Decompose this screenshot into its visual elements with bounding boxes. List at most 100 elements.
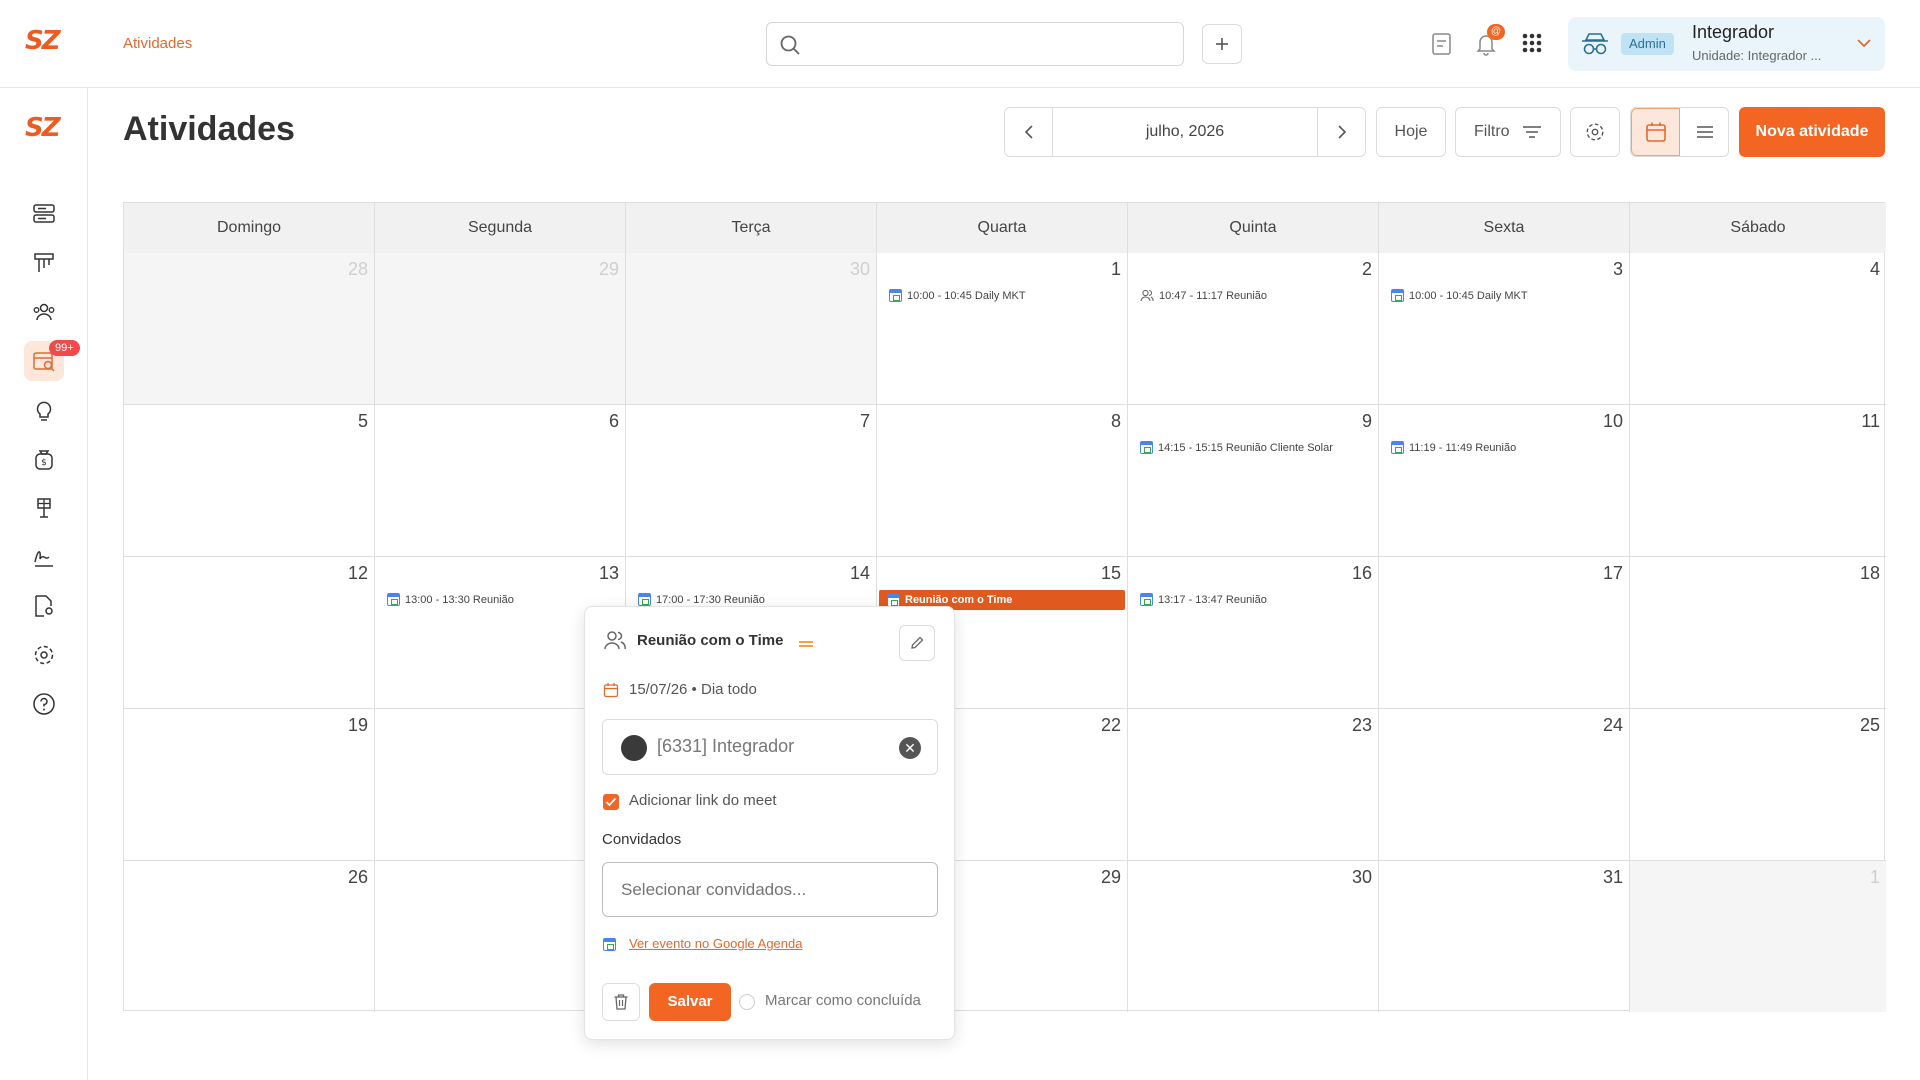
notes-icon[interactable] <box>1431 32 1453 56</box>
day-cell[interactable]: 12 <box>124 556 375 708</box>
plus-icon <box>1216 38 1228 50</box>
event-date: 15/07/26 • Dia todo <box>629 681 757 698</box>
google-calendar-icon <box>1391 289 1404 302</box>
event-label: 13:00 - 13:30 Reunião <box>405 593 514 606</box>
day-cell[interactable]: 16 13:17 - 13:47 Reunião <box>1128 556 1379 708</box>
calendar-event[interactable]: 10:47 - 11:17 Reunião <box>1140 289 1267 302</box>
day-cell[interactable]: 17 <box>1379 556 1630 708</box>
edit-button[interactable] <box>899 625 935 661</box>
sidebar-item-solar[interactable] <box>24 488 64 528</box>
new-activity-button[interactable]: Nova atividade <box>1739 107 1885 157</box>
day-cell[interactable]: 4 <box>1630 253 1886 404</box>
day-cell[interactable]: 31 <box>1379 860 1630 1012</box>
day-cell[interactable]: 7 <box>626 404 877 556</box>
day-cell[interactable]: 26 <box>124 860 375 1012</box>
complete-radio[interactable] <box>739 994 755 1010</box>
day-cell[interactable]: 30 <box>1128 860 1379 1012</box>
day-number: 18 <box>1859 563 1880 583</box>
weekday-header: Sexta <box>1379 203 1630 253</box>
today-button[interactable]: Hoje <box>1376 107 1446 157</box>
day-cell[interactable]: 3 10:00 - 10:45 Daily MKT <box>1379 253 1630 404</box>
day-number: 3 <box>1612 259 1623 279</box>
day-cell[interactable]: 18 <box>1630 556 1886 708</box>
sidebar-item-signatures[interactable] <box>24 537 64 577</box>
apps-grid-icon[interactable] <box>1522 33 1542 53</box>
day-cell[interactable]: 1 10:00 - 10:45 Daily MKT <box>877 253 1128 404</box>
day-cell[interactable]: 24 <box>1379 708 1630 860</box>
guests-input-box[interactable] <box>602 862 938 917</box>
app-logo[interactable]: SZ <box>25 26 61 56</box>
notification-badge: @ <box>1487 24 1505 40</box>
guests-input[interactable] <box>621 877 921 903</box>
day-number: 24 <box>1602 715 1623 735</box>
google-calendar-link[interactable]: Ver evento no Google Agenda <box>629 936 802 951</box>
day-cell[interactable]: 25 <box>1630 708 1886 860</box>
list-icon <box>1697 126 1713 138</box>
calendar-event[interactable]: 14:15 - 15:15 Reunião Cliente Solar <box>1140 441 1333 454</box>
document-settings-icon <box>35 595 53 617</box>
day-cell[interactable]: 2 10:47 - 11:17 Reunião <box>1128 253 1379 404</box>
check-icon <box>605 797 617 807</box>
sidebar-item-documents[interactable] <box>24 586 64 626</box>
sidebar-item-dashboard[interactable] <box>24 194 64 234</box>
kanban-icon <box>34 253 54 272</box>
calendar-event[interactable]: 10:00 - 10:45 Daily MKT <box>889 289 1026 302</box>
calendar-event[interactable]: 13:00 - 13:30 Reunião <box>387 593 514 606</box>
day-cell[interactable]: 19 <box>124 708 375 860</box>
day-cell[interactable]: 9 14:15 - 15:15 Reunião Cliente Solar <box>1128 404 1379 556</box>
day-cell[interactable]: 29 <box>375 253 626 404</box>
assignee-select[interactable]: [6331] Integrador ✕ <box>602 719 938 775</box>
clear-icon[interactable]: ✕ <box>899 737 921 759</box>
delete-button[interactable] <box>602 983 640 1021</box>
calendar-event[interactable]: 17:00 - 17:30 Reunião <box>638 593 765 606</box>
calendar-settings-button[interactable] <box>1570 107 1620 157</box>
sidebar-item-help[interactable] <box>24 684 64 724</box>
calendar-event[interactable]: 13:17 - 13:47 Reunião <box>1140 593 1267 606</box>
day-cell[interactable]: 8 <box>877 404 1128 556</box>
meet-checkbox[interactable] <box>603 794 619 810</box>
google-calendar-icon <box>387 593 400 606</box>
sidebar-item-ideas[interactable] <box>24 390 64 430</box>
chevron-left-icon <box>1024 125 1033 139</box>
day-cell[interactable]: 11 <box>1630 404 1886 556</box>
day-cell[interactable]: 10 11:19 - 11:49 Reunião <box>1379 404 1630 556</box>
day-number: 29 <box>1100 867 1121 887</box>
day-cell[interactable]: 5 <box>124 404 375 556</box>
popup-title: Reunião com o Time <box>637 632 784 649</box>
month-label[interactable]: julho, 2026 <box>1053 108 1317 156</box>
calendar-event[interactable]: 11:19 - 11:49 Reunião <box>1391 441 1516 454</box>
day-cell[interactable]: 28 <box>124 253 375 404</box>
user-menu[interactable]: Admin Integrador Unidade: Integrador ... <box>1568 17 1885 71</box>
role-badge: Admin <box>1621 33 1674 55</box>
save-button[interactable]: Salvar <box>649 983 731 1021</box>
search-bar[interactable] <box>766 22 1184 66</box>
list-view-button[interactable] <box>1680 108 1728 156</box>
sidebar-item-finance[interactable]: $ <box>24 439 64 479</box>
avatar <box>621 735 647 761</box>
prev-month-button[interactable] <box>1005 108 1053 156</box>
day-cell[interactable]: 6 <box>375 404 626 556</box>
add-button[interactable] <box>1202 24 1242 64</box>
day-number: 6 <box>608 411 619 431</box>
people-icon <box>1140 289 1154 302</box>
sidebar-item-settings[interactable] <box>24 635 64 675</box>
calendar-view-button[interactable] <box>1631 108 1680 156</box>
day-cell[interactable]: 23 <box>1128 708 1379 860</box>
event-popup: Reunião com o Time 15/07/26 • Dia todo [… <box>584 606 955 1040</box>
page-title: Atividades <box>123 110 295 148</box>
calendar-event[interactable]: 10:00 - 10:45 Daily MKT <box>1391 289 1528 302</box>
sidebar-item-kanban[interactable] <box>24 243 64 283</box>
complete-label[interactable]: Marcar como concluída <box>765 992 921 1009</box>
filter-button[interactable]: Filtro <box>1455 107 1561 157</box>
breadcrumb[interactable]: Atividades <box>123 35 192 52</box>
meet-checkbox-label[interactable]: Adicionar link do meet <box>629 792 777 809</box>
search-input[interactable] <box>811 31 1171 57</box>
day-number: 17 <box>1602 563 1623 583</box>
sidebar-logo[interactable]: SZ <box>25 113 61 143</box>
view-toggle <box>1630 107 1729 157</box>
day-cell[interactable]: 1 <box>1630 860 1886 1012</box>
sidebar-item-contacts[interactable] <box>24 292 64 332</box>
day-number: 7 <box>859 411 870 431</box>
next-month-button[interactable] <box>1317 108 1365 156</box>
day-cell[interactable]: 30 <box>626 253 877 404</box>
